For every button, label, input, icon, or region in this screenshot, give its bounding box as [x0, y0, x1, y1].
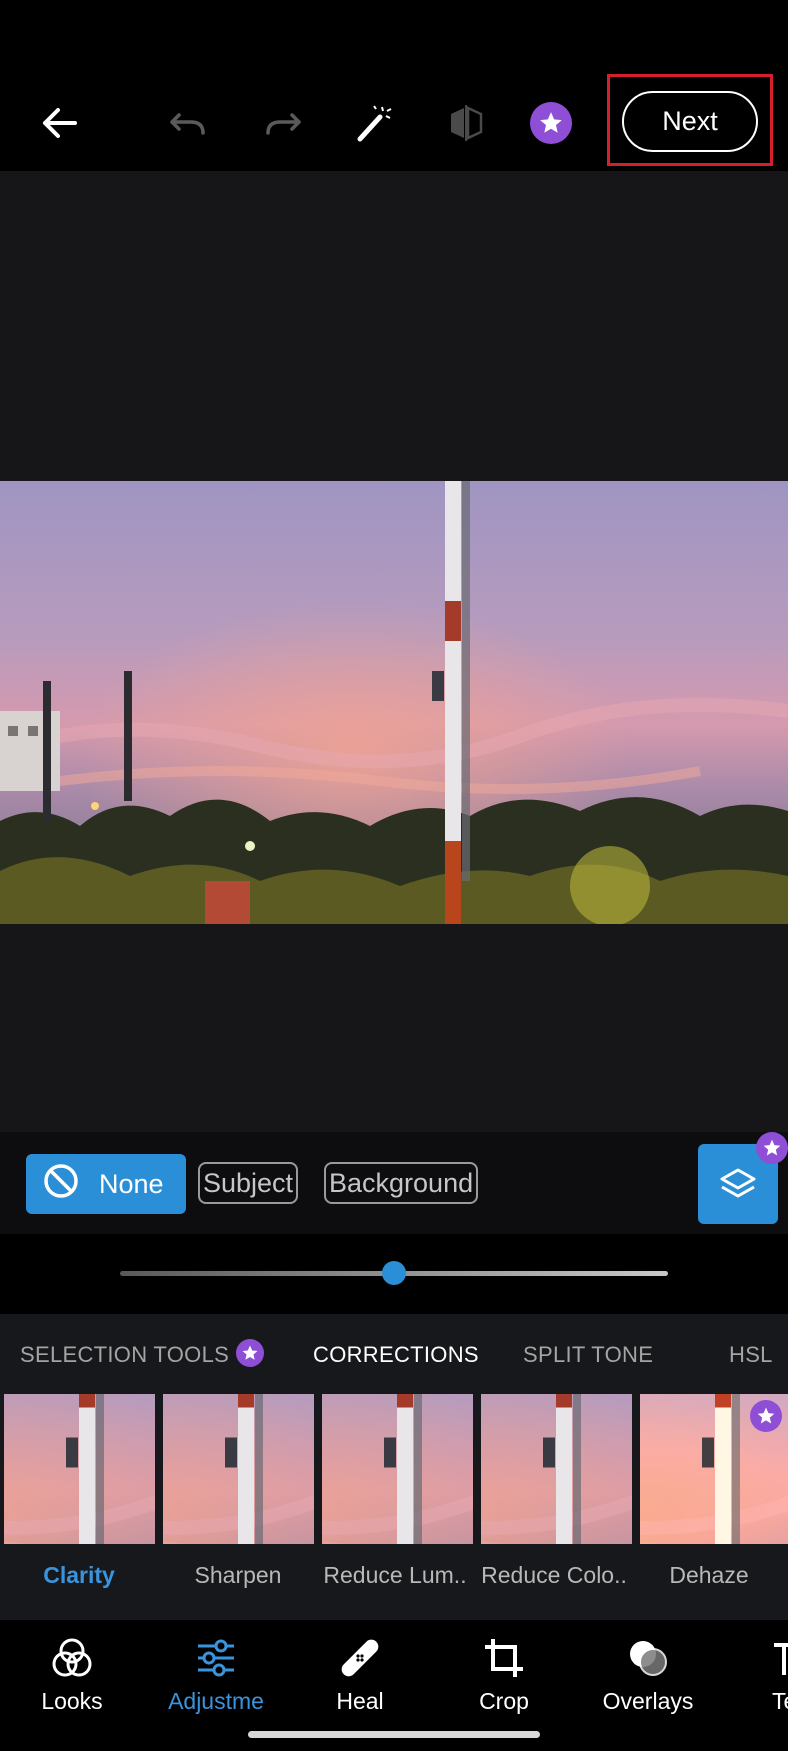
none-mask-button[interactable]: None	[26, 1154, 186, 1214]
premium-star-icon[interactable]	[523, 95, 579, 151]
preset-label: Reduce Colo..	[481, 1562, 627, 1588]
back-arrow-icon[interactable]	[32, 95, 88, 151]
intensity-slider-row	[0, 1234, 788, 1314]
adjustment-category-tabs: SELECTION TOOLS CORRECTIONS SPLIT TONE H…	[0, 1314, 788, 1394]
preset-sharpen[interactable]: Sharpen	[163, 1394, 314, 1588]
tab-selection-tools[interactable]: SELECTION TOOLS	[20, 1342, 229, 1368]
none-label: None	[99, 1168, 164, 1199]
bandage-icon	[288, 1636, 432, 1680]
preset-clarity[interactable]: Clarity	[4, 1394, 155, 1588]
nav-label: Crop	[479, 1688, 529, 1714]
preset-thumbnail	[322, 1394, 473, 1544]
mask-selection-row: None Subject Background	[0, 1132, 788, 1234]
preset-thumbnail	[481, 1394, 632, 1544]
preset-label: Clarity	[43, 1562, 115, 1588]
nav-heal[interactable]: Heal	[288, 1636, 432, 1715]
tab-hsl[interactable]: HSL	[729, 1342, 773, 1368]
preset-label: Sharpen	[194, 1562, 282, 1588]
overlays-icon	[576, 1636, 720, 1680]
crop-icon	[432, 1636, 576, 1680]
undo-icon[interactable]	[160, 95, 216, 151]
photo-canvas[interactable]	[0, 171, 788, 1132]
preset-reduce-color-noise[interactable]: Reduce Colo..	[481, 1394, 632, 1588]
nav-overlays[interactable]: Overlays	[576, 1636, 720, 1715]
looks-icon	[0, 1636, 144, 1680]
premium-star-icon	[756, 1132, 788, 1164]
premium-star-icon	[750, 1400, 782, 1432]
nav-label: Overlays	[602, 1688, 694, 1714]
text-icon	[772, 1636, 788, 1680]
redo-icon[interactable]	[255, 95, 311, 151]
photo-preview	[0, 481, 788, 924]
premium-star-icon	[236, 1339, 264, 1367]
adjustment-preset-strip: Clarity Sharpen Reduce Lum.. Reduce Colo…	[0, 1394, 788, 1620]
subject-mask-button[interactable]: Subject	[198, 1162, 299, 1204]
top-toolbar: Next	[0, 0, 788, 171]
background-mask-button[interactable]: Background	[324, 1162, 479, 1204]
nav-crop[interactable]: Crop	[432, 1636, 576, 1715]
screen-edge	[788, 0, 800, 1751]
nav-text[interactable]: Te	[720, 1636, 788, 1715]
preset-thumbnail	[163, 1394, 314, 1544]
adjustments-icon	[144, 1636, 288, 1680]
nav-label: Te	[772, 1688, 788, 1714]
layers-icon	[720, 1168, 756, 1198]
nav-label: Heal	[336, 1688, 384, 1714]
preset-reduce-luminance-noise[interactable]: Reduce Lum..	[322, 1394, 473, 1588]
slider-thumb[interactable]	[382, 1261, 406, 1285]
tab-corrections[interactable]: CORRECTIONS	[313, 1342, 479, 1368]
nav-label: Looks	[41, 1688, 103, 1714]
none-icon	[43, 1163, 79, 1206]
nav-looks[interactable]: Looks	[0, 1636, 144, 1715]
next-button[interactable]: Next	[622, 91, 758, 152]
preset-thumbnail	[4, 1394, 155, 1544]
nav-adjustments[interactable]: Adjustme	[144, 1636, 288, 1715]
tab-split-tone[interactable]: SPLIT TONE	[523, 1342, 653, 1368]
home-indicator	[248, 1731, 540, 1738]
preset-label: Dehaze	[669, 1562, 749, 1588]
preset-label: Reduce Lum..	[323, 1562, 467, 1588]
nav-label: Adjustme	[168, 1688, 264, 1714]
magic-wand-icon[interactable]	[346, 95, 402, 151]
compare-icon[interactable]	[438, 95, 494, 151]
